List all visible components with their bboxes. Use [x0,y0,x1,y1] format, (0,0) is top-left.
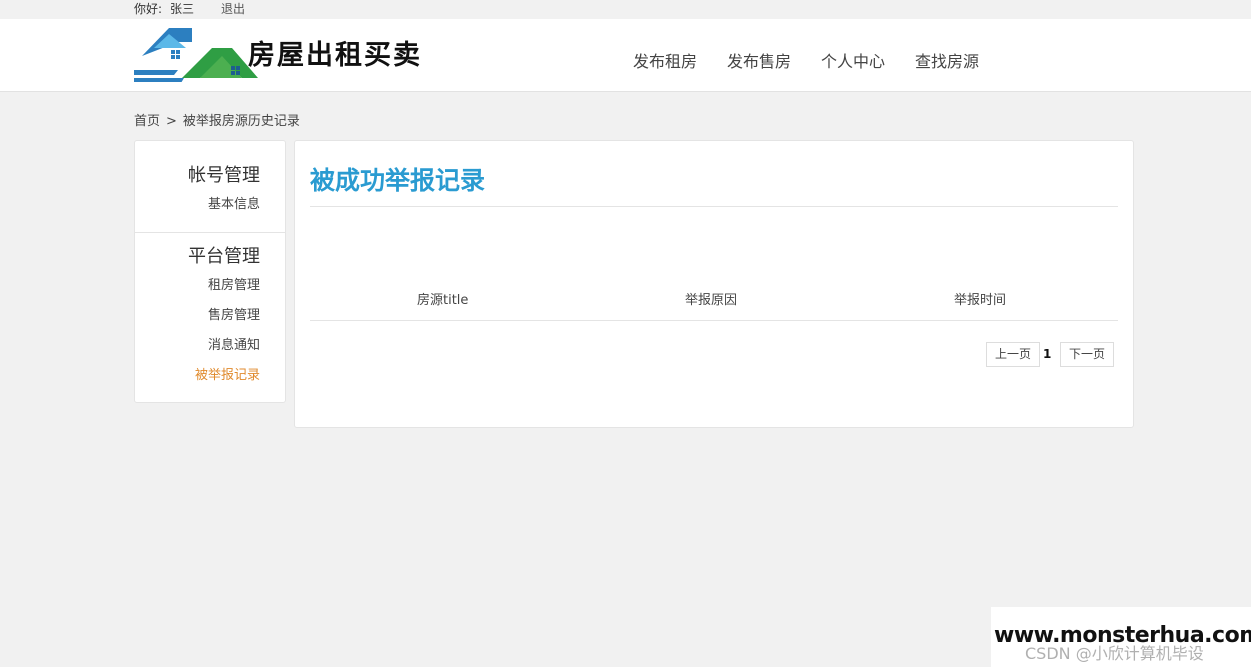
sidebar-item-notifications[interactable]: 消息通知 [208,334,260,353]
current-page-number[interactable]: 1 [1043,347,1051,361]
username: 张三 [170,2,195,16]
sidebar-item-reported-records[interactable]: 被举报记录 [195,364,260,383]
breadcrumb-current: 被举报房源历史记录 [182,114,300,129]
sidebar-group-account: 帐号管理 [188,165,260,186]
sidebar-divider [135,232,285,233]
table-divider [310,320,1118,321]
nav-personal-center[interactable]: 个人中心 [821,48,885,72]
breadcrumb-home[interactable]: 首页 [134,114,160,129]
nav-publish-rent[interactable]: 发布租房 [633,48,697,72]
breadcrumb: 首页 > 被举报房源历史记录 [134,110,300,129]
watermark-csdn: CSDN @小欣计算机毕设 [1025,644,1204,663]
sidebar-item-basic-info[interactable]: 基本信息 [208,193,260,212]
title-divider [310,206,1118,207]
column-header-house-title: 房源title [417,293,469,308]
sidebar-item-rent-manage[interactable]: 租房管理 [208,274,260,293]
page-title: 被成功举报记录 [310,166,486,195]
logout-link[interactable]: 退出 [221,0,245,17]
nav-find-house[interactable]: 查找房源 [915,48,979,72]
next-page-button[interactable]: 下一页 [1060,342,1115,367]
sidebar: 帐号管理 基本信息 平台管理 租房管理 售房管理 消息通知 被举报记录 [134,140,286,403]
sidebar-item-sale-manage[interactable]: 售房管理 [208,304,260,323]
greeting: 你好: 张三 [134,0,194,17]
watermark: www.monsterhua.com CSDN @小欣计算机毕设 [991,607,1251,667]
main-content: 被成功举报记录 房源title 举报原因 举报时间 上一页 1 下一页 [294,140,1134,428]
nav-publish-sale[interactable]: 发布售房 [727,48,791,72]
breadcrumb-separator: > [166,114,177,129]
top-bar: 你好: 张三 退出 [0,0,1251,18]
column-header-report-time: 举报时间 [954,293,1007,308]
site-header: 房屋出租买卖 发布租房 发布售房 个人中心 查找房源 [0,19,1251,92]
greeting-label: 你好: [134,2,163,16]
prev-page-button[interactable]: 上一页 [986,342,1041,367]
logo-text: 房屋出租买卖 [248,40,422,71]
sidebar-group-platform: 平台管理 [188,246,260,267]
house-logo-icon [134,28,258,82]
column-header-report-reason: 举报原因 [685,293,738,308]
